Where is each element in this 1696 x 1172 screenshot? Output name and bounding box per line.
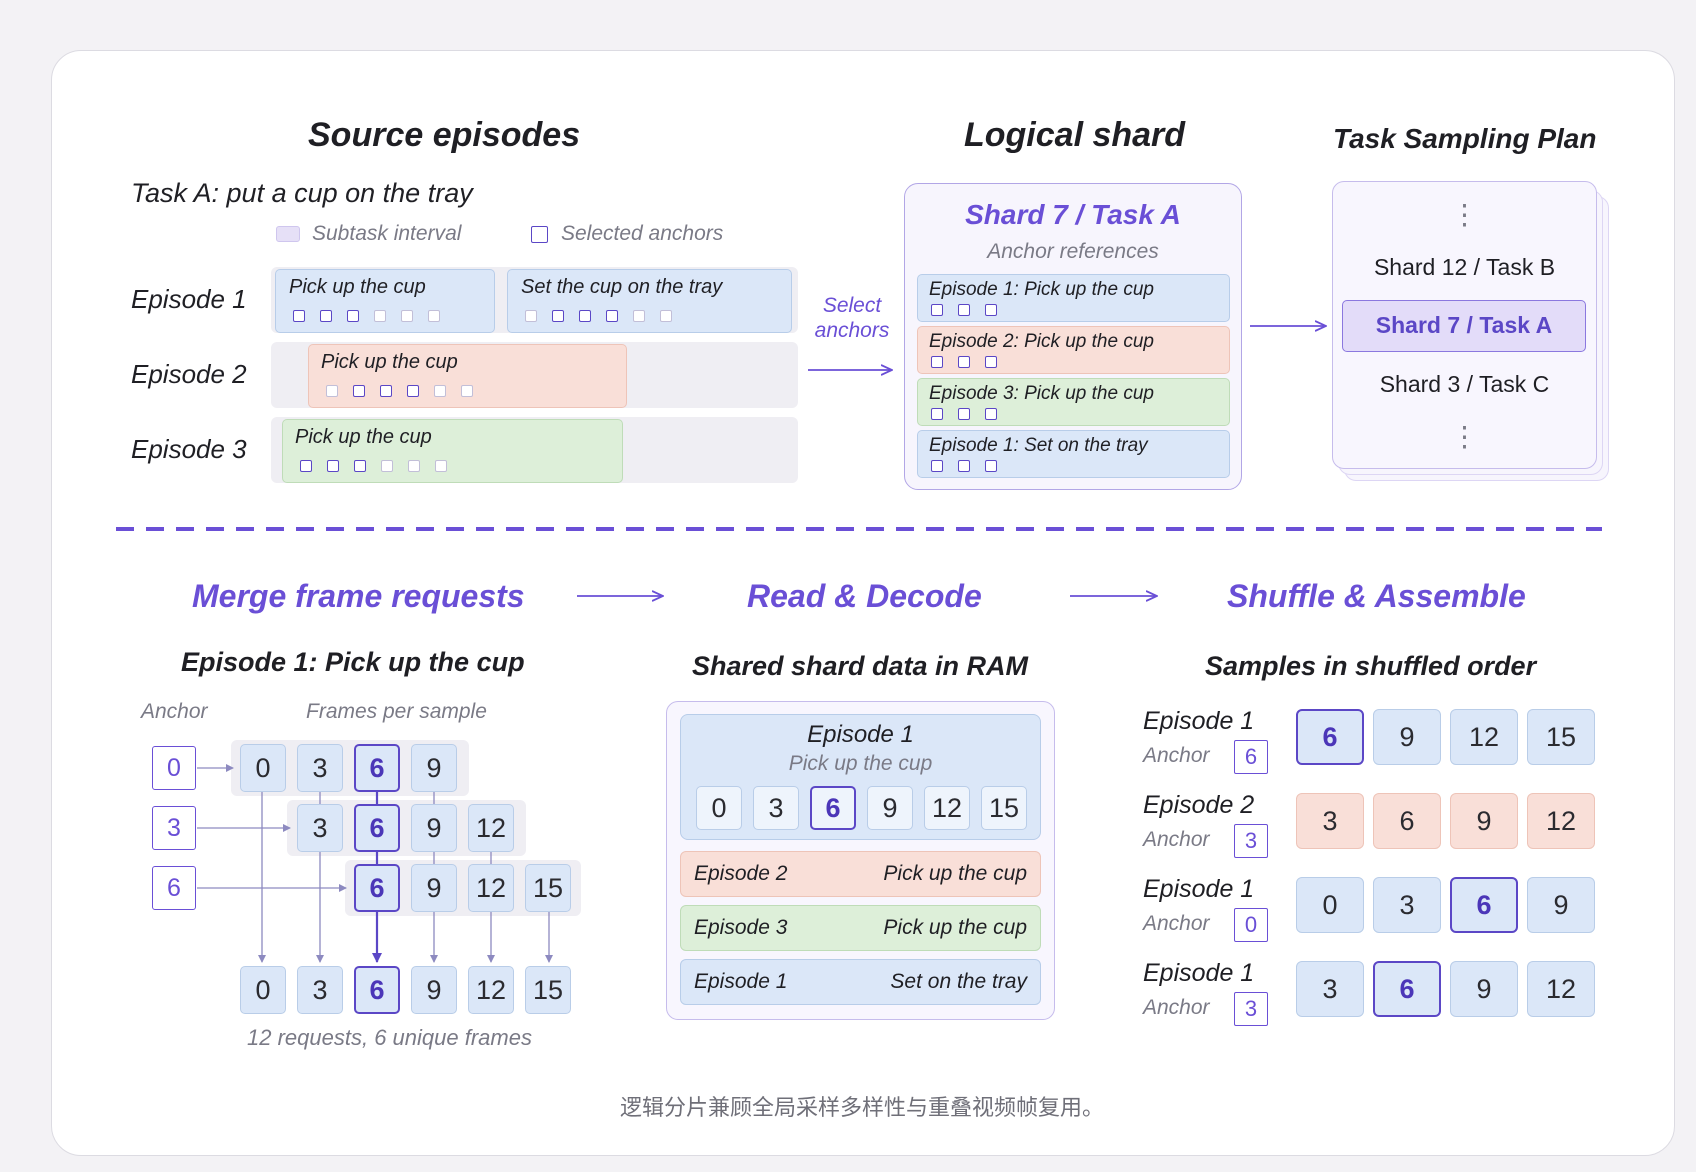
sample-anchor-label: Anchor xyxy=(1143,744,1210,767)
merge-summary: 12 requests, 6 unique frames xyxy=(247,1025,532,1050)
merged-frame-cell: 3 xyxy=(297,966,343,1014)
ram-frame-cell: 12 xyxy=(924,786,970,830)
sample-anchor-box: 0 xyxy=(1234,908,1268,942)
ram-frame-cell: 0 xyxy=(696,786,742,830)
ram-row-episode: Episode 1 xyxy=(694,970,788,993)
merged-frame-cell: 15 xyxy=(525,966,571,1014)
merged-frame-cell: 12 xyxy=(468,966,514,1014)
sample-frame-anchor: 6 xyxy=(1450,877,1518,933)
sample-episode-label: Episode 1 xyxy=(1143,707,1255,735)
sample-episode-label: Episode 1 xyxy=(1143,959,1255,987)
ram-row-task: Set on the tray xyxy=(890,970,1027,993)
frame-cell: 9 xyxy=(411,744,457,792)
sample-frame: 3 xyxy=(1296,961,1364,1017)
figure-caption: 逻辑分片兼顾全局采样多样性与重叠视频帧复用。 xyxy=(619,1096,1104,1121)
ram-row-episode: Episode 2 xyxy=(694,862,788,885)
sample-frame: 12 xyxy=(1527,961,1595,1017)
ram-frame-cell: 9 xyxy=(867,786,913,830)
sample-frame: 9 xyxy=(1527,877,1595,933)
frame-cell-anchor: 6 xyxy=(354,744,400,792)
samples-subtitle: Samples in shuffled order xyxy=(1205,651,1537,681)
ram-subtitle: Shared shard data in RAM xyxy=(691,651,1029,681)
frame-cell: 3 xyxy=(297,804,343,852)
sample-frame: 15 xyxy=(1527,709,1595,765)
frame-cell-anchor: 6 xyxy=(354,804,400,852)
ram-row-task: Pick up the cup xyxy=(883,916,1027,939)
frame-cell: 3 xyxy=(297,744,343,792)
frame-cell-anchor: 6 xyxy=(354,864,400,912)
sample-frame: 9 xyxy=(1373,709,1441,765)
sample-episode-label: Episode 1 xyxy=(1143,875,1255,903)
sample-frame: 9 xyxy=(1450,961,1518,1017)
sample-frame: 0 xyxy=(1296,877,1364,933)
sample-frame: 9 xyxy=(1450,793,1518,849)
sample-anchor-box: 3 xyxy=(1234,992,1268,1026)
merged-frame-cell: 9 xyxy=(411,966,457,1014)
sample-anchor-label: Anchor xyxy=(1143,996,1210,1019)
ram-row-episode-1-set: Episode 1 Set on the tray xyxy=(680,959,1041,1005)
anchor-box-0: 0 xyxy=(152,746,196,790)
frame-cell: 12 xyxy=(468,864,514,912)
merged-frame-cell-anchor: 6 xyxy=(354,966,400,1014)
sample-frame: 12 xyxy=(1527,793,1595,849)
sample-anchor-box: 3 xyxy=(1234,824,1268,858)
sample-frame-anchor: 6 xyxy=(1373,961,1441,1017)
ram-frame-cell: 3 xyxy=(753,786,799,830)
ram-frame-cell: 15 xyxy=(981,786,1027,830)
frame-cell: 0 xyxy=(240,744,286,792)
sample-anchor-label: Anchor xyxy=(1143,828,1210,851)
ram-frame-cell-anchor: 6 xyxy=(810,786,856,830)
frame-cell: 15 xyxy=(525,864,571,912)
frame-cell: 12 xyxy=(468,804,514,852)
sample-episode-label: Episode 2 xyxy=(1143,791,1255,819)
sample-frame-anchor: 6 xyxy=(1296,709,1364,765)
frame-cell: 9 xyxy=(411,804,457,852)
ram-row-task: Pick up the cup xyxy=(883,862,1027,885)
sample-anchor-label: Anchor xyxy=(1143,912,1210,935)
ram-ep1-title: Episode 1 xyxy=(807,721,914,748)
sample-frame: 3 xyxy=(1296,793,1364,849)
ram-row-episode-2: Episode 2 Pick up the cup xyxy=(680,851,1041,897)
sample-frame: 12 xyxy=(1450,709,1518,765)
sample-frame: 6 xyxy=(1373,793,1441,849)
ram-row-episode: Episode 3 xyxy=(694,916,788,939)
sample-anchor-box: 6 xyxy=(1234,740,1268,774)
frame-cell: 9 xyxy=(411,864,457,912)
sample-frame: 3 xyxy=(1373,877,1441,933)
anchor-box-6: 6 xyxy=(152,866,196,910)
merged-frame-cell: 0 xyxy=(240,966,286,1014)
anchor-box-3: 3 xyxy=(152,806,196,850)
ram-row-episode-3: Episode 3 Pick up the cup xyxy=(680,905,1041,951)
ram-ep1-task: Pick up the cup xyxy=(788,752,933,775)
